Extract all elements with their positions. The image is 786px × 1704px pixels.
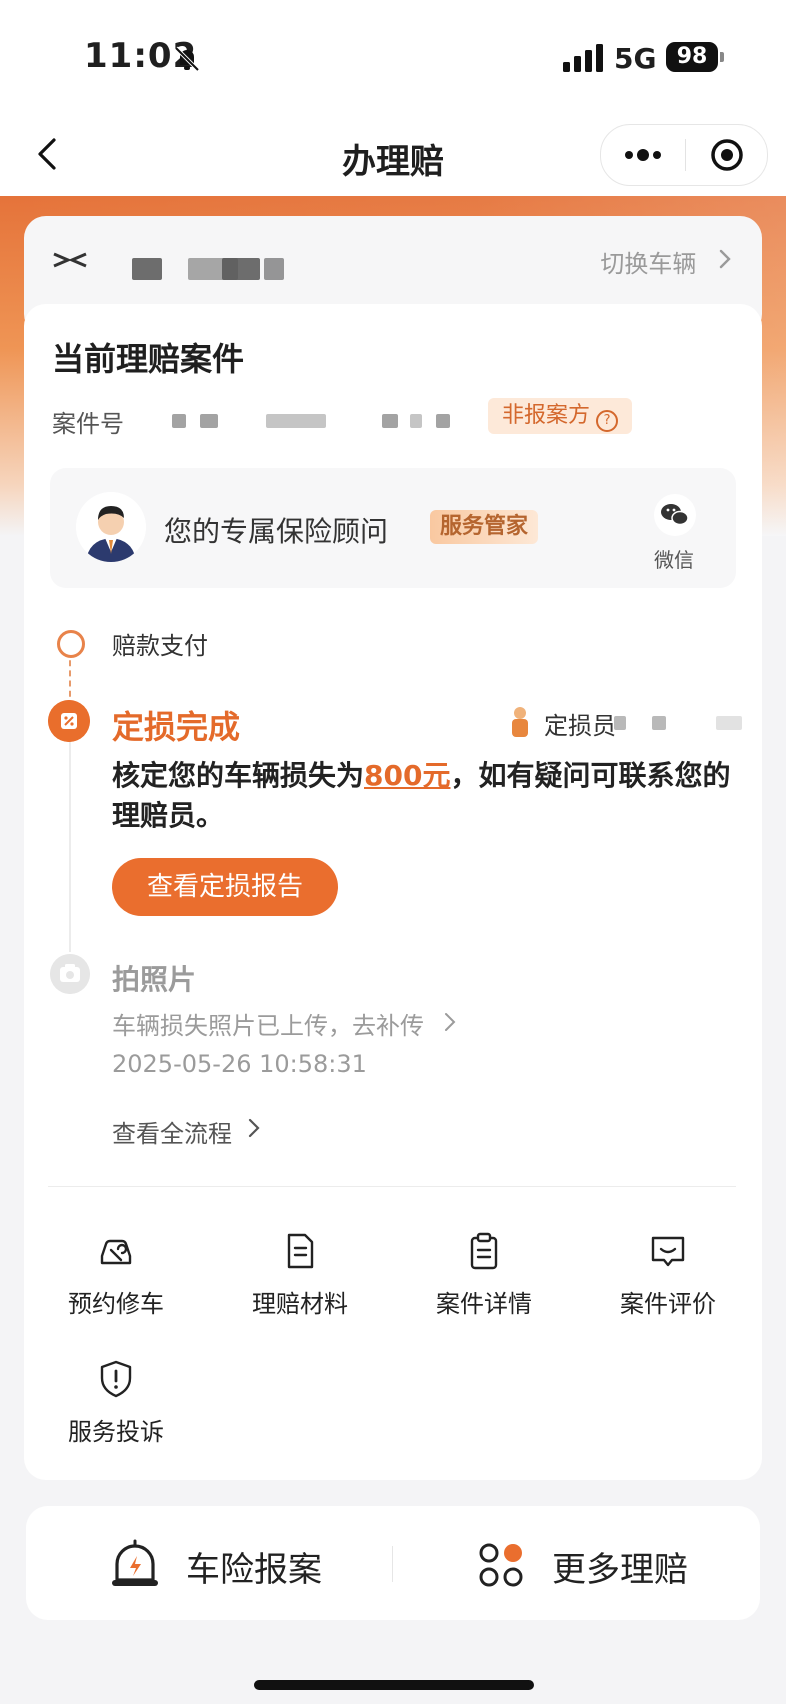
chevron-right-icon — [445, 1013, 456, 1031]
advisor-box[interactable]: 您的专属保险顾问 服务管家 微信 — [50, 468, 736, 588]
assessor-name-redacted — [652, 716, 666, 730]
action-service-complaint[interactable]: 服务投诉 — [41, 1358, 191, 1447]
photo-timestamp: 2025-05-26 10:58:31 — [112, 1050, 367, 1078]
battery-tip — [720, 52, 724, 62]
step-photo-title: 拍照片 — [112, 963, 197, 996]
photo-upload-link[interactable]: 车辆损失照片已上传，去补传 — [112, 1006, 424, 1041]
assessment-description: 核定您的车辆损失为800元，如有疑问可联系您的理赔员。 — [112, 756, 742, 836]
case-number-redacted — [200, 414, 218, 428]
plate-redacted — [264, 258, 284, 280]
signal-icon — [563, 44, 603, 72]
switch-vehicle-label: 切换车辆 — [600, 250, 697, 278]
case-number-redacted — [382, 414, 398, 428]
shield-alert-icon — [100, 1360, 132, 1398]
action-claim-materials[interactable]: 理赔材料 — [225, 1230, 375, 1319]
advisor-avatar — [76, 492, 146, 562]
chevron-right-icon — [248, 1118, 260, 1138]
alarm-bell-icon — [112, 1539, 158, 1586]
switch-vehicle-link[interactable]: 切换车辆 — [600, 244, 726, 279]
non-reporter-tag[interactable]: 非报案方? — [488, 398, 633, 434]
assessment-amount[interactable]: 800元 — [364, 759, 450, 792]
butler-badge: 服务管家 — [430, 510, 539, 544]
chevron-right-icon — [719, 249, 731, 269]
view-full-process-link[interactable]: 查看全流程 — [112, 1114, 232, 1149]
clipboard-icon — [470, 1232, 498, 1270]
assessor-avatar-icon — [512, 707, 528, 737]
more-claims-label: 更多理赔 — [552, 1550, 688, 1590]
miniprogram-capsule — [600, 124, 768, 186]
wechat-icon[interactable] — [654, 494, 696, 536]
action-repair-booking[interactable]: 预约修车 — [41, 1230, 191, 1319]
grid-apps-icon — [479, 1543, 523, 1587]
nav-bar: 办理赔 — [0, 110, 786, 196]
bottom-divider — [392, 1546, 393, 1582]
case-number-redacted — [266, 414, 326, 428]
camera-icon — [50, 954, 90, 994]
assessment-desc-prefix: 核定您的车辆损失为 — [112, 759, 365, 792]
car-insurance-report-button[interactable]: 车险报案 — [26, 1506, 392, 1620]
case-number-redacted — [172, 414, 186, 428]
car-brand-logo-icon — [53, 252, 87, 268]
divider — [48, 1186, 736, 1187]
advisor-text: 您的专属保险顾问 — [164, 515, 389, 548]
comment-icon — [651, 1236, 685, 1267]
action-label: 理赔材料 — [252, 1290, 348, 1318]
action-case-review[interactable]: 案件评价 — [593, 1230, 743, 1319]
document-icon — [287, 1233, 314, 1269]
timeline-dot-pending — [57, 630, 85, 658]
more-claims-button[interactable]: 更多理赔 — [394, 1506, 760, 1620]
non-reporter-label: 非报案方 — [502, 403, 591, 428]
action-label: 服务投诉 — [68, 1418, 164, 1446]
case-number-label: 案件号 — [52, 410, 124, 438]
more-dots-icon[interactable] — [621, 135, 665, 175]
action-case-details[interactable]: 案件详情 — [409, 1230, 559, 1319]
bottom-action-bar: 车险报案 更多理赔 — [26, 1506, 760, 1620]
close-target-icon[interactable] — [709, 137, 745, 173]
help-icon: ? — [596, 410, 619, 432]
action-label: 案件详情 — [436, 1290, 532, 1318]
report-label: 车险报案 — [186, 1550, 322, 1590]
battery-indicator: 98 — [666, 42, 718, 72]
wechat-label: 微信 — [654, 548, 694, 572]
step-payment: 赔款支付 — [112, 632, 208, 660]
case-number-redacted — [410, 414, 422, 428]
home-indicator — [254, 1680, 534, 1690]
plate-redacted — [132, 258, 162, 280]
assessor-name-redacted — [716, 716, 742, 730]
step-assessment-title: 定损完成 — [112, 708, 241, 746]
assessment-done-icon — [48, 700, 90, 742]
assessor-label: 定损员 — [544, 712, 616, 740]
bell-off-icon — [174, 46, 200, 72]
case-title: 当前理赔案件 — [52, 340, 245, 378]
network-type: 5G — [614, 42, 657, 75]
timeline-connector — [69, 732, 71, 952]
view-report-button[interactable]: 查看定损报告 — [112, 858, 338, 916]
action-label: 案件评价 — [620, 1290, 716, 1318]
plate-redacted — [222, 258, 260, 280]
wrench-car-icon — [100, 1239, 132, 1265]
action-label: 预约修车 — [68, 1290, 164, 1318]
capsule-divider — [685, 139, 686, 171]
assessor-name-redacted — [614, 716, 626, 730]
case-number-redacted — [436, 414, 450, 428]
status-bar: 11:02 5G 98 — [0, 0, 786, 110]
